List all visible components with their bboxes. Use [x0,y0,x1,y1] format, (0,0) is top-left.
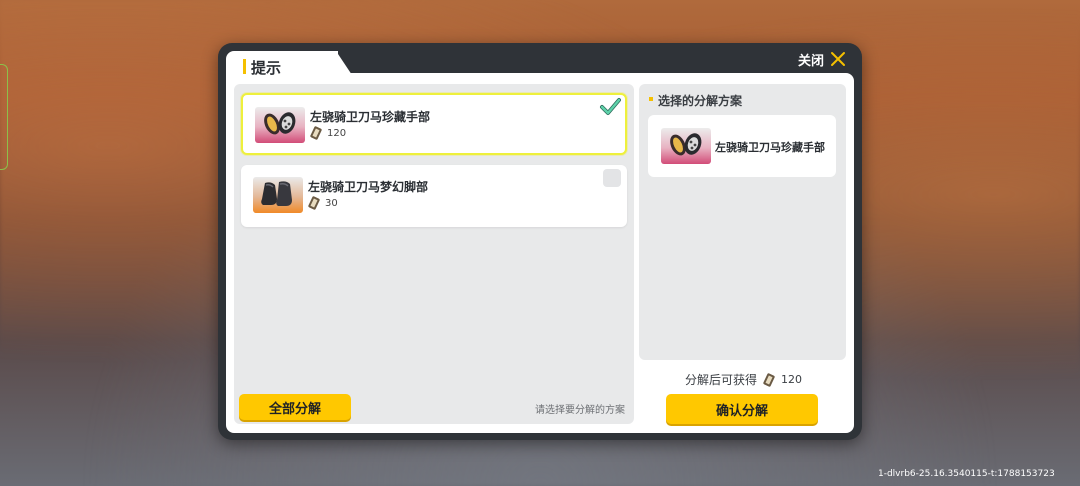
obtain-label: 分解后可获得 [685,373,758,387]
close-button[interactable]: 关闭 [798,49,846,69]
boots-icon [261,181,292,206]
section-accent-dot [649,97,653,101]
left-edge-frame [0,64,8,170]
item-card-gloves[interactable]: 左骁骑卫刀马珍藏手部 120 [241,93,627,155]
dialog-title: 提示 [251,59,282,77]
gloves-icon [670,133,702,156]
item-value-number: 30 [325,197,338,209]
selection-hint: 请选择要分解的方案 [535,405,625,416]
item-value: 30 [308,196,338,210]
scroll-icon [308,196,320,210]
item-name: 左骁骑卫刀马梦幻脚部 [308,180,429,194]
plan-item-name: 左骁骑卫刀马珍藏手部 [715,141,825,154]
scroll-icon [763,372,775,387]
title-accent-bar [243,59,246,74]
selected-plan-card: 左骁骑卫刀马珍藏手部 [648,115,836,177]
build-id-label: 1-dlvrb6-25.16.3540115-t:1788153723 [878,469,1055,479]
scroll-icon [310,126,322,140]
item-value-number: 120 [327,127,347,139]
close-icon [831,52,846,66]
item-card-boots[interactable]: 左骁骑卫刀马梦幻脚部 30 [241,165,627,227]
item-value: 120 [310,126,346,140]
gloves-icon [264,112,296,135]
selected-plan-title: 选择的分解方案 [658,94,743,108]
item-name: 左骁骑卫刀马珍藏手部 [310,110,431,124]
decompose-all-button[interactable]: 全部分解 [239,394,351,420]
item-checkbox[interactable] [603,169,621,187]
confirm-decompose-button[interactable]: 确认分解 [666,394,818,424]
obtain-summary: 分解后可获得 120 [685,371,802,388]
obtain-value: 120 [781,373,803,386]
close-label: 关闭 [798,53,825,69]
item-thumbnail [253,177,303,213]
checkmark-icon[interactable] [599,97,621,117]
plan-thumbnail [661,128,711,164]
item-thumbnail [255,107,305,143]
